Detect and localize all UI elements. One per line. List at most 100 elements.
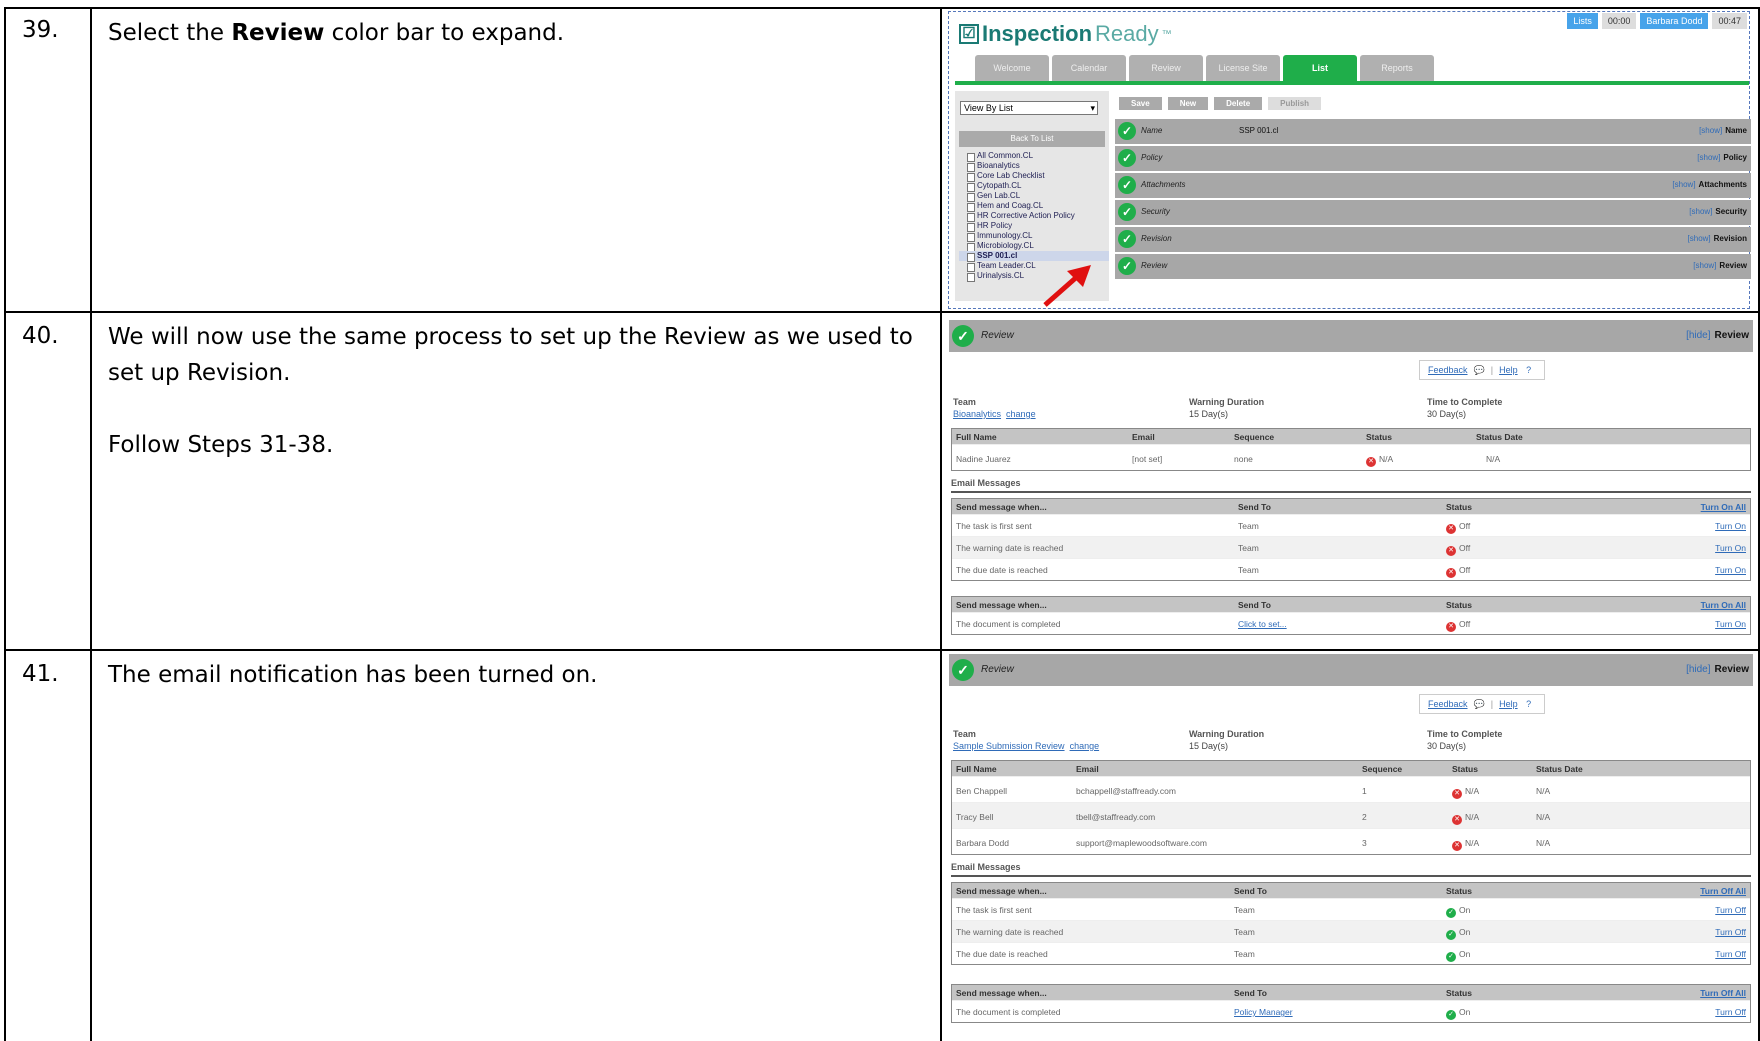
cell-when: The task is first sent bbox=[956, 905, 1032, 915]
table-row: The task is first sent Team ✕ Off Turn On bbox=[952, 514, 1750, 536]
section-bar-policy[interactable]: ✓ Policy [show] Policy bbox=[1115, 146, 1751, 171]
section-header-right: [hide] Review bbox=[1686, 330, 1749, 341]
help-link[interactable]: Help bbox=[1499, 699, 1518, 709]
check-circle-icon: ✓ bbox=[1446, 1010, 1456, 1020]
column-header: Full Name bbox=[956, 764, 997, 774]
table-row[interactable]: Barbara Dodd support@maplewoodsoftware.c… bbox=[952, 828, 1750, 854]
tab-reports[interactable]: Reports bbox=[1360, 55, 1434, 81]
turn-on-all-link[interactable]: Turn On All bbox=[1701, 502, 1746, 512]
show-link[interactable]: [show] bbox=[1693, 261, 1716, 270]
turn-on-link[interactable]: Turn On bbox=[1715, 521, 1746, 531]
turn-on-link[interactable]: Turn On bbox=[1715, 619, 1746, 629]
list-item[interactable]: All Common.CL bbox=[959, 151, 1109, 162]
turn-on-link[interactable]: Turn On bbox=[1715, 543, 1746, 553]
table-row: The due date is reached Team ✓ On Turn Of… bbox=[952, 942, 1750, 964]
bar-right-label: Security bbox=[1715, 207, 1747, 216]
list-item[interactable]: HR Policy bbox=[959, 221, 1109, 232]
back-to-list-button[interactable]: Back To List bbox=[959, 131, 1105, 147]
step-text-bold: Review bbox=[231, 20, 325, 46]
view-by-select[interactable]: View By List bbox=[960, 101, 1098, 115]
cell-email: support@maplewoodsoftware.com bbox=[1076, 838, 1207, 848]
list-item[interactable]: HR Corrective Action Policy bbox=[959, 211, 1109, 222]
show-link[interactable]: [show] bbox=[1699, 126, 1722, 135]
tab-list[interactable]: List bbox=[1283, 55, 1357, 81]
cell-status: ✕ Off bbox=[1446, 565, 1470, 578]
status-text: N/A bbox=[1379, 454, 1394, 464]
table-row[interactable]: Tracy Bell tbell@staffready.com 2 ✕ N/A N… bbox=[952, 802, 1750, 828]
warning-value: 15 Day(s) bbox=[1189, 409, 1229, 419]
section-bar-name[interactable]: ✓ Name SSP 001.cl [show] Name bbox=[1115, 119, 1751, 144]
step-number: 39. bbox=[22, 17, 59, 43]
delete-button[interactable]: Delete bbox=[1214, 97, 1263, 110]
show-link[interactable]: [show] bbox=[1697, 153, 1720, 162]
tab-license-site[interactable]: License Site bbox=[1206, 55, 1280, 81]
click-to-set-link[interactable]: Click to set... bbox=[1238, 619, 1287, 629]
completion-messages-table: Send message when... Send To Status Turn… bbox=[951, 596, 1751, 635]
list-item[interactable]: Microbiology.CL bbox=[959, 241, 1109, 252]
bar-label: Name bbox=[1141, 126, 1163, 135]
table-row: The document is completed Policy Manager… bbox=[952, 1000, 1750, 1022]
turn-off-link[interactable]: Turn Off bbox=[1715, 1007, 1746, 1017]
table-row[interactable]: Nadine Juarez [not set] none ✕ N/A N/A bbox=[952, 444, 1750, 470]
hide-link[interactable]: [hide] bbox=[1686, 330, 1710, 341]
list-item[interactable]: Bioanalytics bbox=[959, 161, 1109, 172]
logo-check-icon: ☑ bbox=[959, 24, 979, 44]
tab-welcome[interactable]: Welcome bbox=[975, 55, 1049, 81]
turn-on-all-link[interactable]: Turn On All bbox=[1701, 600, 1746, 610]
table-header: Send message when... Send To Status Turn… bbox=[952, 597, 1750, 612]
hide-link[interactable]: [hide] bbox=[1686, 664, 1710, 675]
turn-off-link[interactable]: Turn Off bbox=[1715, 927, 1746, 937]
step-text-part: Select the bbox=[108, 20, 232, 46]
turn-off-link[interactable]: Turn Off bbox=[1715, 905, 1746, 915]
list-item[interactable]: Hem and Coag.CL bbox=[959, 201, 1109, 212]
list-item[interactable]: Gen Lab.CL bbox=[959, 191, 1109, 202]
section-bar-review[interactable]: ✓ Review [show] Review bbox=[1115, 254, 1751, 279]
user-name[interactable]: Barbara Dodd bbox=[1640, 13, 1709, 29]
column-header: Sequence bbox=[1234, 432, 1275, 442]
bar-label: Policy bbox=[1141, 153, 1163, 162]
change-team-link[interactable]: change bbox=[1006, 409, 1036, 419]
bar-right-label: Name bbox=[1725, 126, 1747, 135]
turn-on-link[interactable]: Turn On bbox=[1715, 565, 1746, 575]
section-bar-revision[interactable]: ✓ Revision [show] Revision bbox=[1115, 227, 1751, 252]
show-link[interactable]: [show] bbox=[1672, 180, 1695, 189]
section-bar-attachments[interactable]: ✓ Attachments [show] Attachments bbox=[1115, 173, 1751, 198]
column-header: Status bbox=[1446, 502, 1472, 512]
cell-sequence: 2 bbox=[1362, 812, 1367, 822]
section-bar-security[interactable]: ✓ Security [show] Security bbox=[1115, 200, 1751, 225]
cell-sequence: none bbox=[1234, 454, 1253, 464]
show-link[interactable]: [show] bbox=[1688, 234, 1711, 243]
x-circle-icon: ✕ bbox=[1446, 568, 1456, 578]
turn-off-all-link[interactable]: Turn Off All bbox=[1700, 886, 1746, 896]
cell-send-to: Team bbox=[1238, 543, 1259, 553]
review-section-header[interactable]: ✓ Review [hide] Review bbox=[949, 320, 1753, 352]
team-link[interactable]: Bioanalytics bbox=[953, 409, 1001, 419]
new-button[interactable]: New bbox=[1167, 97, 1209, 110]
feedback-link[interactable]: Feedback bbox=[1428, 365, 1468, 375]
table-row[interactable]: Ben Chappell bchappell@staffready.com 1 … bbox=[952, 776, 1750, 802]
step-number: 41. bbox=[22, 661, 59, 687]
policy-manager-link[interactable]: Policy Manager bbox=[1234, 1007, 1293, 1017]
column-header: Send message when... bbox=[956, 988, 1047, 998]
tab-calendar[interactable]: Calendar bbox=[1052, 55, 1126, 81]
turn-off-link[interactable]: Turn Off bbox=[1715, 949, 1746, 959]
list-item[interactable]: Core Lab Checklist bbox=[959, 171, 1109, 182]
list-item[interactable]: Cytopath.CL bbox=[959, 181, 1109, 192]
turn-off-all-link[interactable]: Turn Off All bbox=[1700, 988, 1746, 998]
tab-review[interactable]: Review bbox=[1129, 55, 1203, 81]
separator: | bbox=[1490, 365, 1494, 375]
publish-button[interactable]: Publish bbox=[1268, 97, 1322, 110]
review-section-header[interactable]: ✓ Review [hide] Review bbox=[949, 654, 1753, 686]
team-link[interactable]: Sample Submission Review bbox=[953, 741, 1065, 751]
cell-date: N/A bbox=[1536, 838, 1551, 848]
save-button[interactable]: Save bbox=[1119, 97, 1162, 110]
cell-status: ✕ N/A bbox=[1452, 786, 1479, 799]
help-link[interactable]: Help bbox=[1499, 365, 1518, 375]
feedback-link[interactable]: Feedback bbox=[1428, 699, 1468, 709]
email-messages-table: Send message when... Send To Status Turn… bbox=[951, 498, 1751, 581]
show-link[interactable]: [show] bbox=[1689, 207, 1712, 216]
chat-icon: 💬 bbox=[1473, 365, 1485, 375]
list-item[interactable]: Immunology.CL bbox=[959, 231, 1109, 242]
change-team-link[interactable]: change bbox=[1070, 741, 1100, 751]
cell-send-to: Team bbox=[1238, 521, 1259, 531]
